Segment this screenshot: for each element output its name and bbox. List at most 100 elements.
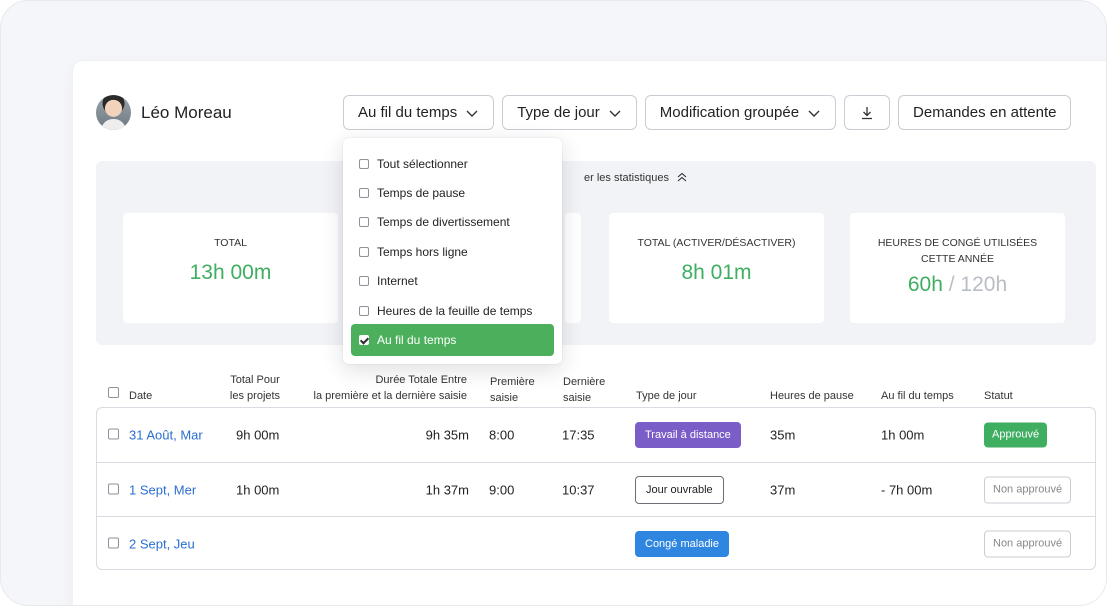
pending-requests-label: Demandes en attente — [913, 104, 1057, 121]
table-row[interactable]: 1 Sept, Mer 1h 00m 1h 37m 9:00 10:37 Jou… — [97, 462, 1095, 516]
col-duration: Durée Totale Entre la première et la der… — [304, 372, 467, 404]
chevron-down-icon — [808, 110, 820, 117]
checkbox[interactable] — [359, 305, 369, 316]
checkbox-checked[interactable] — [359, 335, 369, 345]
dropdown-item-label: Heures de la feuille de temps — [377, 303, 533, 318]
col-first-line1: Première — [490, 376, 535, 388]
row-daytype-tag: Travail à distance — [635, 422, 741, 448]
toolbar: Au fil du temps Type de jour Modificatio… — [343, 95, 1072, 130]
dropdown-item-entertainment[interactable]: Temps de divertissement — [351, 207, 554, 236]
checkbox[interactable] — [359, 275, 369, 286]
dropdown-item-timeline[interactable]: Au fil du temps — [351, 324, 554, 356]
row-timeline: 1h 00m — [881, 427, 925, 443]
avatar — [96, 95, 131, 130]
table-row[interactable]: 31 Août, Mar 9h 00m 9h 35m 8:00 17:35 Tr… — [97, 408, 1095, 462]
checkbox[interactable] — [359, 187, 369, 198]
row-projects: 1h 00m — [236, 482, 280, 497]
row-timeline: - 7h 00m — [881, 482, 933, 497]
col-timeline: Au fil du temps — [881, 390, 954, 402]
stat-toggle-total: TOTAL (ACTIVER/DÉSACTIVER) 8h 01m — [609, 213, 824, 323]
dropdown-item-label: Tout sélectionner — [377, 156, 468, 171]
status-badge[interactable]: Non approuvé — [984, 530, 1072, 557]
col-pause: Heures de pause — [770, 390, 854, 402]
stats-panel: er les statistiques TOTAL 13h 00m TOTAL … — [96, 161, 1096, 345]
checkbox[interactable] — [359, 246, 369, 257]
stat-leave-value: 60h / 120h — [850, 273, 1065, 297]
row-status[interactable]: Non approuvé — [984, 476, 1072, 503]
download-button[interactable] — [844, 95, 891, 130]
row-date-link[interactable]: 1 Sept, Mer — [129, 482, 196, 497]
table-body: 31 Août, Mar 9h 00m 9h 35m 8:00 17:35 Tr… — [96, 407, 1096, 570]
app-frame: Léo Moreau Au fil du temps Type de jour … — [0, 0, 1107, 606]
daytype-tag: Congé maladie — [635, 530, 729, 557]
stat-toggle-total-label: TOTAL (ACTIVER/DÉSACTIVER) — [637, 237, 796, 249]
col-first-line2: saisie — [490, 392, 519, 404]
dropdown-item-label: Internet — [377, 273, 418, 288]
double-chevron-up-icon — [677, 172, 687, 182]
col-daytype: Type de jour — [636, 390, 697, 402]
col-projects: Total Pour les projets — [229, 372, 281, 404]
dropdown-item-label: Temps de divertissement — [377, 214, 510, 229]
row-status[interactable]: Approuvé — [984, 422, 1048, 448]
table-header: Date Total Pour les projets Durée Totale… — [96, 371, 1096, 407]
stat-total: TOTAL 13h 00m — [123, 213, 338, 323]
row-pause: 37m — [770, 482, 796, 497]
stat-leave-allowed: 120h — [960, 273, 1008, 296]
col-last: Dernière saisie — [563, 374, 605, 406]
row-daytype-tag: Jour ouvrable — [635, 475, 724, 504]
table-row[interactable]: 2 Sept, Jeu Congé maladie Non approuvé — [97, 516, 1095, 570]
stat-leave: HEURES DE CONGÉ UTILISÉES CETTE ANNÉE 60… — [850, 213, 1065, 323]
timeline-filter-button[interactable]: Au fil du temps — [343, 95, 495, 130]
row-duration: 1h 37m — [425, 482, 469, 497]
dropdown-item-internet[interactable]: Internet — [351, 266, 554, 295]
row-date-link[interactable]: 31 Août, Mar — [129, 428, 203, 443]
col-last-line2: saisie — [563, 392, 592, 404]
bulk-edit-button[interactable]: Modification groupée — [644, 95, 837, 130]
timesheet-card: Léo Moreau Au fil du temps Type de jour … — [73, 61, 1106, 605]
col-projects-line2: les projets — [229, 390, 281, 402]
dropdown-item-pause[interactable]: Temps de pause — [351, 178, 554, 207]
row-first: 9:00 — [489, 482, 515, 497]
row-last: 10:37 — [562, 482, 595, 497]
checkbox[interactable] — [359, 158, 369, 169]
dropdown-item-label: Temps hors ligne — [377, 244, 468, 259]
col-first: Première saisie — [490, 374, 535, 406]
dropdown-item-offline[interactable]: Temps hors ligne — [351, 237, 554, 266]
col-last-line1: Dernière — [563, 376, 606, 388]
stat-leave-separator: / — [948, 273, 955, 296]
row-date-link[interactable]: 2 Sept, Jeu — [129, 536, 195, 551]
stat-toggle-total-value: 8h 01m — [681, 261, 752, 284]
row-checkbox[interactable] — [108, 482, 119, 497]
chevron-down-icon — [466, 110, 478, 117]
row-projects: 9h 00m — [236, 427, 280, 443]
dropdown-item-timesheet[interactable]: Heures de la feuille de temps — [351, 296, 554, 325]
pending-requests-button[interactable]: Demandes en attente — [898, 95, 1072, 130]
row-status[interactable]: Non approuvé — [984, 530, 1072, 557]
status-badge[interactable]: Non approuvé — [984, 476, 1072, 503]
stats-toggle-label: er les statistiques — [584, 172, 669, 184]
checkbox[interactable] — [359, 216, 369, 227]
daytype-filter-button[interactable]: Type de jour — [502, 95, 637, 130]
timeline-filter-label: Au fil du temps — [358, 104, 458, 121]
stat-total-value: 13h 00m — [189, 261, 272, 284]
col-projects-line1: Total Pour — [230, 374, 280, 386]
col-duration-line2: la première et la dernière saisie — [313, 390, 467, 402]
dropdown-item-select-all[interactable]: Tout sélectionner — [351, 149, 554, 178]
col-status: Statut — [984, 390, 1013, 402]
dropdown-item-label: Temps de pause — [377, 185, 466, 200]
row-checkbox[interactable] — [108, 428, 119, 443]
stat-hidden — [565, 213, 581, 323]
status-badge[interactable]: Approuvé — [984, 422, 1048, 448]
row-checkbox[interactable] — [108, 536, 119, 551]
select-all-checkbox[interactable] — [108, 387, 119, 403]
dropdown-item-label: Au fil du temps — [377, 333, 457, 347]
stat-leave-label: HEURES DE CONGÉ UTILISÉES CETTE ANNÉE — [877, 237, 1038, 265]
download-icon — [862, 106, 873, 119]
daytype-tag: Travail à distance — [635, 422, 741, 448]
timeline-dropdown-menu: Tout sélectionner Temps de pause Temps d… — [343, 138, 562, 364]
row-pause: 35m — [770, 427, 796, 443]
daytype-tag: Jour ouvrable — [635, 475, 724, 504]
bulk-edit-label: Modification groupée — [659, 104, 800, 121]
col-date: Date — [129, 390, 153, 402]
stats-toggle[interactable]: er les statistiques — [584, 172, 688, 184]
